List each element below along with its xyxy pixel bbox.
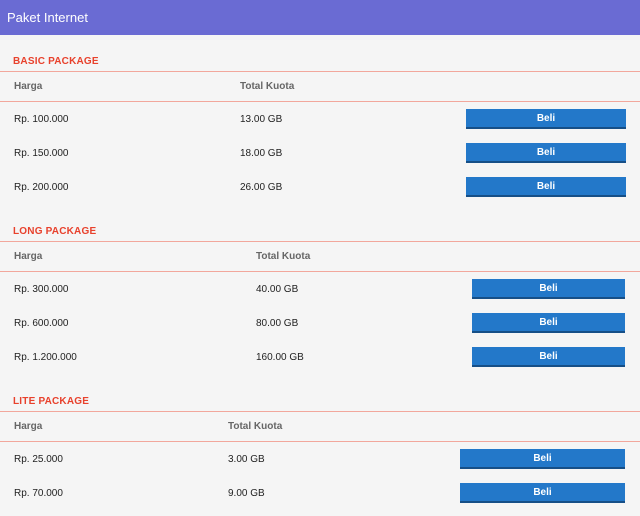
header-divider: [0, 101, 640, 102]
row-quota: 18.00 GB: [240, 148, 283, 159]
row-price: Rp. 150.000: [14, 148, 69, 159]
row-quota: 160.00 GB: [256, 352, 304, 363]
section-divider: [0, 241, 640, 242]
section-divider: [0, 411, 640, 412]
buy-button[interactable]: Beli: [472, 347, 625, 367]
buy-button[interactable]: Beli: [460, 483, 625, 503]
row-price: Rp. 300.000: [14, 284, 69, 295]
section-title: LITE PACKAGE: [13, 396, 90, 407]
column-header-price: Harga: [14, 421, 43, 432]
buy-button[interactable]: Beli: [460, 449, 625, 469]
row-quota: 40.00 GB: [256, 284, 299, 295]
column-header-price: Harga: [14, 81, 43, 92]
row-price: Rp. 600.000: [14, 318, 69, 329]
row-price: Rp. 100.000: [14, 114, 69, 125]
row-quota: 9.00 GB: [228, 488, 265, 499]
row-quota: 13.00 GB: [240, 114, 283, 125]
section-title: BASIC PACKAGE: [13, 56, 99, 67]
buy-button[interactable]: Beli: [466, 177, 626, 197]
buy-button[interactable]: Beli: [466, 143, 626, 163]
buy-button[interactable]: Beli: [466, 109, 626, 129]
header-divider: [0, 271, 640, 272]
row-price: Rp. 25.000: [14, 454, 63, 465]
section-divider: [0, 71, 640, 72]
row-quota: 26.00 GB: [240, 182, 283, 193]
row-price: Rp. 1.200.000: [14, 352, 77, 363]
column-header-quota: Total Kuota: [240, 81, 295, 92]
buy-button[interactable]: Beli: [472, 279, 625, 299]
column-header-price: Harga: [14, 251, 43, 262]
row-price: Rp. 70.000: [14, 488, 63, 499]
section-title: LONG PACKAGE: [13, 226, 97, 237]
page-title: Paket Internet: [7, 10, 88, 25]
buy-button[interactable]: Beli: [472, 313, 625, 333]
row-price: Rp. 200.000: [14, 182, 69, 193]
header-divider: [0, 441, 640, 442]
column-header-quota: Total Kuota: [228, 421, 283, 432]
row-quota: 3.00 GB: [228, 454, 265, 465]
column-header-quota: Total Kuota: [256, 251, 311, 262]
app-header: Paket Internet: [0, 0, 640, 35]
row-quota: 80.00 GB: [256, 318, 299, 329]
